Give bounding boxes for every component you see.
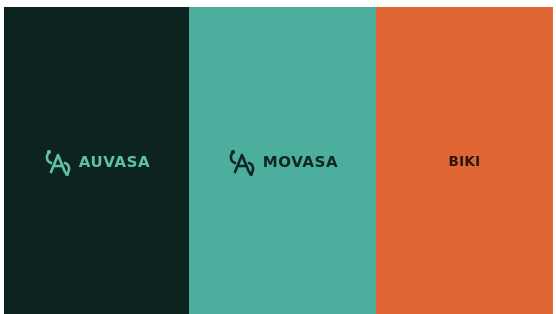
brand-panels: AUVASA MOVASA BIKI	[4, 7, 553, 314]
auvasa-logo-mark-icon	[45, 149, 71, 176]
movasa-brand: MOVASA	[227, 146, 339, 180]
movasa-logo-mark-icon	[229, 149, 255, 176]
auvasa-wordmark: AUVASA	[78, 153, 151, 171]
auvasa-brand: AUVASA	[43, 146, 151, 180]
auvasa-panel: AUVASA	[4, 7, 189, 314]
biki-brand: BIKI	[448, 153, 481, 170]
movasa-panel: MOVASA	[189, 7, 376, 314]
movasa-wordmark: MOVASA	[262, 153, 339, 171]
biki-panel: BIKI	[376, 7, 553, 314]
biki-wordmark: BIKI	[448, 153, 481, 170]
